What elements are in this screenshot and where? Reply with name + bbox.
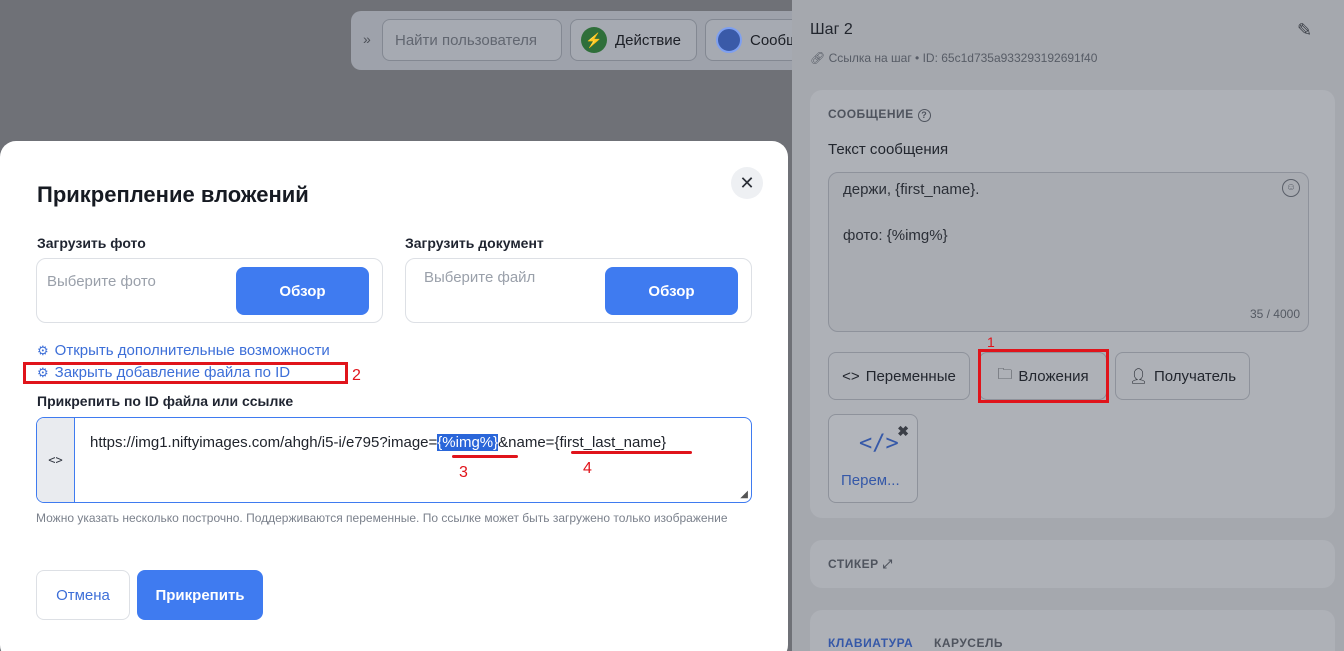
modal-title: Прикрепление вложений [37,182,309,207]
attachments-modal: Прикрепление вложений ✕ Загрузить фото В… [0,141,788,651]
lightning-icon: ⚡ [581,27,607,53]
photo-label: Загрузить фото [37,235,146,251]
annotation-number-1: 1 [987,334,995,350]
annotation-number-3: 3 [459,464,468,481]
expand-chevron-icon[interactable]: » [363,31,371,47]
keyboard-card: КЛАВИАТУРА КАРУСЕЛЬ [810,610,1335,651]
edit-pencil-icon[interactable]: ✎ [1297,20,1312,41]
code-icon: </> [859,431,899,456]
annotation-number-4: 4 [583,460,592,477]
annotation-box-2 [23,362,348,384]
code-icon: <> [37,418,75,502]
message-text-label: Текст сообщения [828,141,949,158]
action-label: Действие [615,31,681,49]
message-textarea[interactable]: держи, {first_name}. фото: {%img%} ☺ 35 … [828,172,1309,332]
tab-carousel[interactable]: КАРУСЕЛЬ [934,636,1003,650]
variable-card-label: Перем... [841,472,900,489]
document-placeholder: Выберите файл [424,269,536,286]
char-counter: 35 / 4000 [1249,307,1300,321]
browse-document-button[interactable]: Обзор [605,267,738,315]
step-title: Шаг 2 [810,21,853,38]
recipient-label: Получатель [1154,367,1237,385]
person-icon: 👤︎ [1128,368,1149,385]
tab-keyboard[interactable]: КЛАВИАТУРА [828,636,913,650]
builder-toolbar: » Найти пользователя ⚡ Действие Сообщ [351,11,811,70]
action-button[interactable]: ⚡ Действие [570,19,697,61]
search-user-input[interactable]: Найти пользователя [382,19,562,61]
annotation-underline-4 [571,451,692,454]
step-panel: Шаг 2 ✎ 🔗︎ Ссылка на шаг • ID: 65c1d735a… [792,0,1344,651]
url-segment: https://img1.niftyimages.com/ahgh/i5-i/e… [90,434,438,451]
browse-photo-button[interactable]: Обзор [236,267,369,315]
document-upload-field[interactable]: Выберите файл Обзор [405,258,752,323]
more-options-link[interactable]: ⚙ Открыть дополнительные возможности [37,342,330,359]
message-section-label: СООБЩЕНИЕ? [828,107,931,122]
code-icon: <> [842,367,860,385]
message-card: СООБЩЕНИЕ? Текст сообщения держи, {first… [810,90,1335,518]
gears-icon: ⚙ [37,342,49,358]
recipient-button[interactable]: 👤︎ Получатель [1115,352,1250,400]
chat-bubble-icon [716,27,742,53]
annotation-underline-3 [452,455,518,458]
photo-placeholder: Выберите фото [47,273,156,290]
sticker-card: СТИКЕР ⤢ [810,540,1335,588]
hint-text: Можно указать несколько построчно. Подде… [36,511,728,525]
emoji-icon[interactable]: ☺ [1282,179,1300,197]
help-icon[interactable]: ? [917,109,931,122]
close-icon[interactable]: ✕ [731,167,763,199]
file-id-label: Прикрепить по ID файла или ссылке [37,393,294,409]
cancel-button[interactable]: Отмена [36,570,130,620]
url-highlight: {%img%} [437,434,499,451]
sticker-title: СТИКЕР [828,557,879,571]
step-meta: 🔗︎ Ссылка на шаг • ID: 65c1d735a93329319… [810,51,1097,65]
variables-label: Переменные [865,367,956,385]
message-line: держи, {first_name}. [843,181,980,198]
message-section-title: СООБЩЕНИЕ [828,107,914,121]
link-icon: 🔗︎ [810,51,826,65]
attach-button[interactable]: Прикрепить [137,570,263,620]
expand-icon[interactable]: ⤢ [883,557,893,571]
remove-x-icon[interactable]: ✖ [897,423,909,440]
sticker-label: СТИКЕР ⤢ [828,557,893,572]
file-url-textarea[interactable]: <> https://img1.niftyimages.com/ahgh/i5-… [36,417,752,503]
resize-handle-icon[interactable]: ◢ [740,489,748,500]
annotation-box-1 [978,349,1109,403]
document-label: Загрузить документ [405,235,544,251]
url-value: https://img1.niftyimages.com/ahgh/i5-i/e… [90,434,666,451]
step-meta-text: Ссылка на шаг • ID: 65c1d735a93329319269… [828,51,1098,65]
message-line: фото: {%img%} [843,227,948,244]
photo-upload-field[interactable]: Выберите фото Обзор [36,258,383,323]
more-options-label: Открыть дополнительные возможности [54,342,330,359]
variables-button[interactable]: <> Переменные [828,352,970,400]
annotation-number-2: 2 [352,367,361,384]
url-segment: &name= [498,434,555,451]
variable-attachment-card[interactable]: </> ✖ Перем... [828,414,918,503]
url-variable: {first_last_name} [554,434,667,451]
